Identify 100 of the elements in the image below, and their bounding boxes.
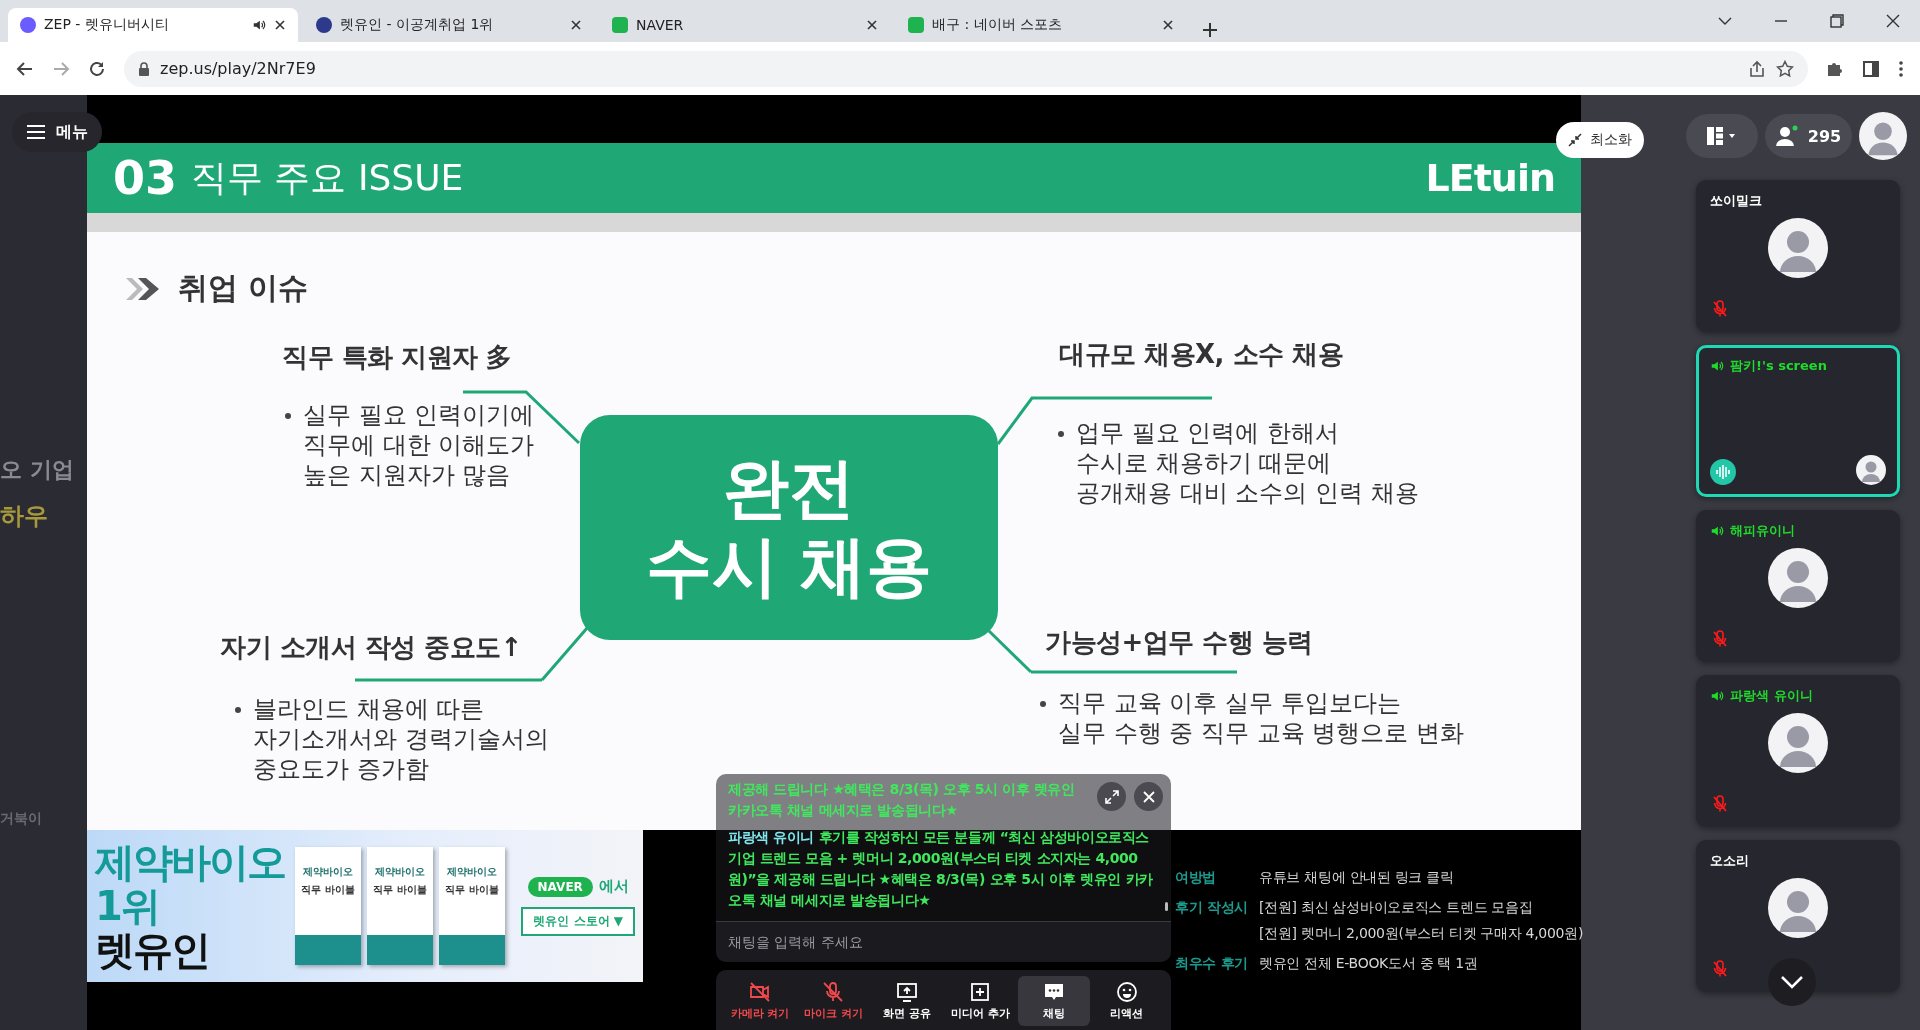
tab-favicon-icon bbox=[612, 17, 628, 33]
restore-icon[interactable] bbox=[1830, 14, 1844, 28]
minimize-button[interactable]: 최소화 bbox=[1556, 122, 1644, 158]
close-tab-icon[interactable] bbox=[570, 19, 582, 31]
note-label: 후기 작성시 bbox=[1175, 899, 1250, 917]
chat-message: 파랑색 유이니 후기를 작성하신 모든 분들께 “최신 삼성바이오로직스 기업 트렌드 모음 + 렛머니 2,000원(부스터 티켓 소지자는 4,000원)”을 제공해 드립니다 ★혜택은 8/3(목) 오후 5시 이후 렛유인 카카오톡 채널 메세지로 발송됩니다★ bbox=[728, 828, 1154, 910]
sidebar-icon[interactable] bbox=[1862, 59, 1880, 78]
layout-button[interactable] bbox=[1686, 114, 1758, 158]
note-text: 유튜브 채팅에 안내된 링크 클릭 bbox=[1259, 869, 1455, 887]
share-icon[interactable] bbox=[1748, 59, 1766, 78]
browser-tab[interactable]: 배구 : 네이버 스포츠 bbox=[896, 8, 1186, 42]
participants-button[interactable]: 295 bbox=[1765, 114, 1852, 158]
close-icon bbox=[1142, 790, 1155, 803]
toolbar-button[interactable]: 미디어 추가 bbox=[944, 976, 1017, 1026]
bullet-icon bbox=[285, 413, 291, 419]
bullet-text: 직무 교육 이후 실무 투입보다는 실무 수행 중 직무 교육 병행으로 변화 bbox=[1058, 688, 1464, 748]
participant-card[interactable]: 파랑색 유이니 bbox=[1696, 675, 1900, 827]
camera-icon bbox=[749, 981, 771, 1003]
participant-card[interactable]: 쏘이밀크 bbox=[1696, 180, 1900, 332]
map-label: 하우 bbox=[0, 501, 48, 532]
bullet-text: 블라인드 채용에 따른 자기소개서와 경력기술서의 중요도가 증가함 bbox=[253, 694, 549, 784]
close-tab-icon[interactable] bbox=[866, 19, 878, 31]
audio-wave-icon bbox=[1710, 459, 1736, 485]
book-series: 제약바이오 bbox=[447, 865, 497, 879]
participant-card[interactable]: 오소리 bbox=[1696, 840, 1900, 992]
close-tab-icon[interactable] bbox=[274, 19, 286, 31]
toolbar-button[interactable]: 리액션 bbox=[1090, 976, 1163, 1026]
browser-tab[interactable]: ZEP - 렛유니버시티 bbox=[8, 8, 298, 42]
book-series: 제약바이오 bbox=[303, 865, 353, 879]
close-tab-icon[interactable] bbox=[1162, 19, 1174, 31]
slide-title: 직무 주요 ISSUE bbox=[191, 155, 464, 200]
screen-icon bbox=[895, 981, 918, 1003]
chat-input[interactable]: 채팅을 입력해 주세요 bbox=[716, 922, 1171, 962]
bullet-icon bbox=[1058, 431, 1064, 437]
book-title: 직무 바이블 bbox=[301, 883, 355, 897]
scroll-down-button[interactable] bbox=[1768, 958, 1816, 1006]
small-avatar-icon bbox=[1856, 455, 1886, 485]
expand-icon bbox=[1104, 789, 1119, 804]
banner-headline: 1위 bbox=[95, 884, 160, 928]
banner-headline: 제약바이오 bbox=[95, 840, 285, 884]
chat-message: 제공해 드립니다 ★혜택은 8/3(목) 오후 5시 이후 렛유인 카카오톡 채널 메세지로 발송됩니다★ bbox=[728, 780, 1076, 820]
map-label: 오 기업 bbox=[0, 456, 74, 484]
speaker-icon bbox=[1710, 524, 1724, 538]
book-title: 직무 바이블 bbox=[373, 883, 427, 897]
menu-icon[interactable] bbox=[1898, 59, 1904, 78]
reload-icon[interactable] bbox=[88, 59, 106, 78]
bullet-icon bbox=[235, 707, 241, 713]
chevron-down-icon bbox=[1780, 975, 1804, 989]
speaker-icon bbox=[1710, 689, 1724, 703]
note-text: [전원] 최신 삼성바이오로직스 트렌드 모음집 bbox=[1259, 899, 1534, 917]
browser-tab[interactable]: 렛유인 - 이공계취업 1위 bbox=[304, 8, 594, 42]
avatar-icon bbox=[1768, 218, 1828, 278]
toolbar-button[interactable]: 화면 공유 bbox=[870, 976, 943, 1026]
note-label: 여방법 bbox=[1175, 869, 1218, 887]
speaker-icon bbox=[1710, 359, 1724, 373]
browser-tab[interactable]: NAVER bbox=[600, 8, 890, 42]
bullet-text: 실무 필요 인력이기에 직무에 대한 이해도가 높은 지원자가 많음 bbox=[303, 400, 535, 490]
reaction-icon bbox=[1115, 981, 1138, 1003]
profile-avatar bbox=[1859, 112, 1907, 160]
diagram-heading: 가능성+업무 수행 능력 bbox=[1045, 626, 1313, 659]
participant-card[interactable]: 팜키!'s screen bbox=[1696, 345, 1900, 497]
participant-name: 파랑색 유이니 bbox=[1730, 687, 1813, 705]
media-icon bbox=[969, 981, 992, 1003]
map-label: 거북이 bbox=[0, 810, 42, 828]
avatar-icon bbox=[1768, 878, 1828, 938]
participant-card[interactable]: 해피유이니 bbox=[1696, 510, 1900, 662]
naver-badge: NAVER bbox=[527, 876, 593, 897]
tab-favicon-icon bbox=[316, 17, 332, 33]
ad-banner[interactable]: 제약바이오 1위 렛유인 제약바이오 직무 바이블 제약바이오 직무 바이블 제약바이오 직무 바이블 NAVER 에서 렛유인 스토어 ▼ bbox=[87, 830, 643, 982]
toolbar-button[interactable]: 카메라 켜기 bbox=[724, 976, 796, 1026]
banner-text: 에서 bbox=[598, 877, 629, 896]
note-label: 최우수 후기 bbox=[1175, 955, 1250, 973]
layout-icon bbox=[1707, 127, 1737, 145]
avatar-icon bbox=[1768, 548, 1828, 608]
section-title: 취업 이슈 bbox=[178, 269, 309, 307]
bullet-text: 업무 필요 인력에 한해서 수시로 채용하기 때문에 공개채용 대비 소수의 인력 채용 bbox=[1076, 418, 1419, 508]
logo: LEtuin bbox=[1425, 156, 1555, 200]
banner-headline: 렛유인 bbox=[95, 928, 210, 972]
book-title: 직무 바이블 bbox=[445, 883, 499, 897]
scrollbar-thumb[interactable] bbox=[1165, 902, 1168, 911]
avatar-icon bbox=[1768, 713, 1828, 773]
mic-icon bbox=[822, 981, 845, 1003]
tab-favicon-icon bbox=[908, 17, 924, 33]
close-icon[interactable] bbox=[1886, 14, 1900, 28]
tab-favicon-icon bbox=[20, 17, 36, 33]
diagram-heading: 직무 특화 지원자 多 bbox=[282, 341, 512, 374]
center-label: 완전 수시 채용 bbox=[580, 415, 998, 640]
new-tab-icon[interactable] bbox=[1202, 22, 1218, 38]
note-text: 렛유인 전체 E-BOOK도서 중 택 1권 bbox=[1259, 955, 1479, 973]
shrink-icon bbox=[1568, 133, 1582, 147]
toolbar-button[interactable]: 채팅 bbox=[1017, 976, 1090, 1026]
participant-name: 오소리 bbox=[1710, 852, 1749, 870]
note-text: [전원] 렛머니 2,000원(부스터 티켓 구매자 4,000원) bbox=[1259, 925, 1585, 943]
menu-button[interactable]: 메뉴 bbox=[12, 112, 102, 152]
diagram-heading: 대규모 채용X, 소수 채용 bbox=[1059, 338, 1344, 371]
star-icon[interactable] bbox=[1776, 59, 1794, 78]
toolbar-button[interactable]: 마이크 켜기 bbox=[797, 976, 870, 1026]
address-bar[interactable]: zep.us/play/2Nr7E9 bbox=[124, 50, 1808, 87]
back-icon[interactable] bbox=[16, 59, 34, 78]
person-icon bbox=[1775, 125, 1800, 147]
